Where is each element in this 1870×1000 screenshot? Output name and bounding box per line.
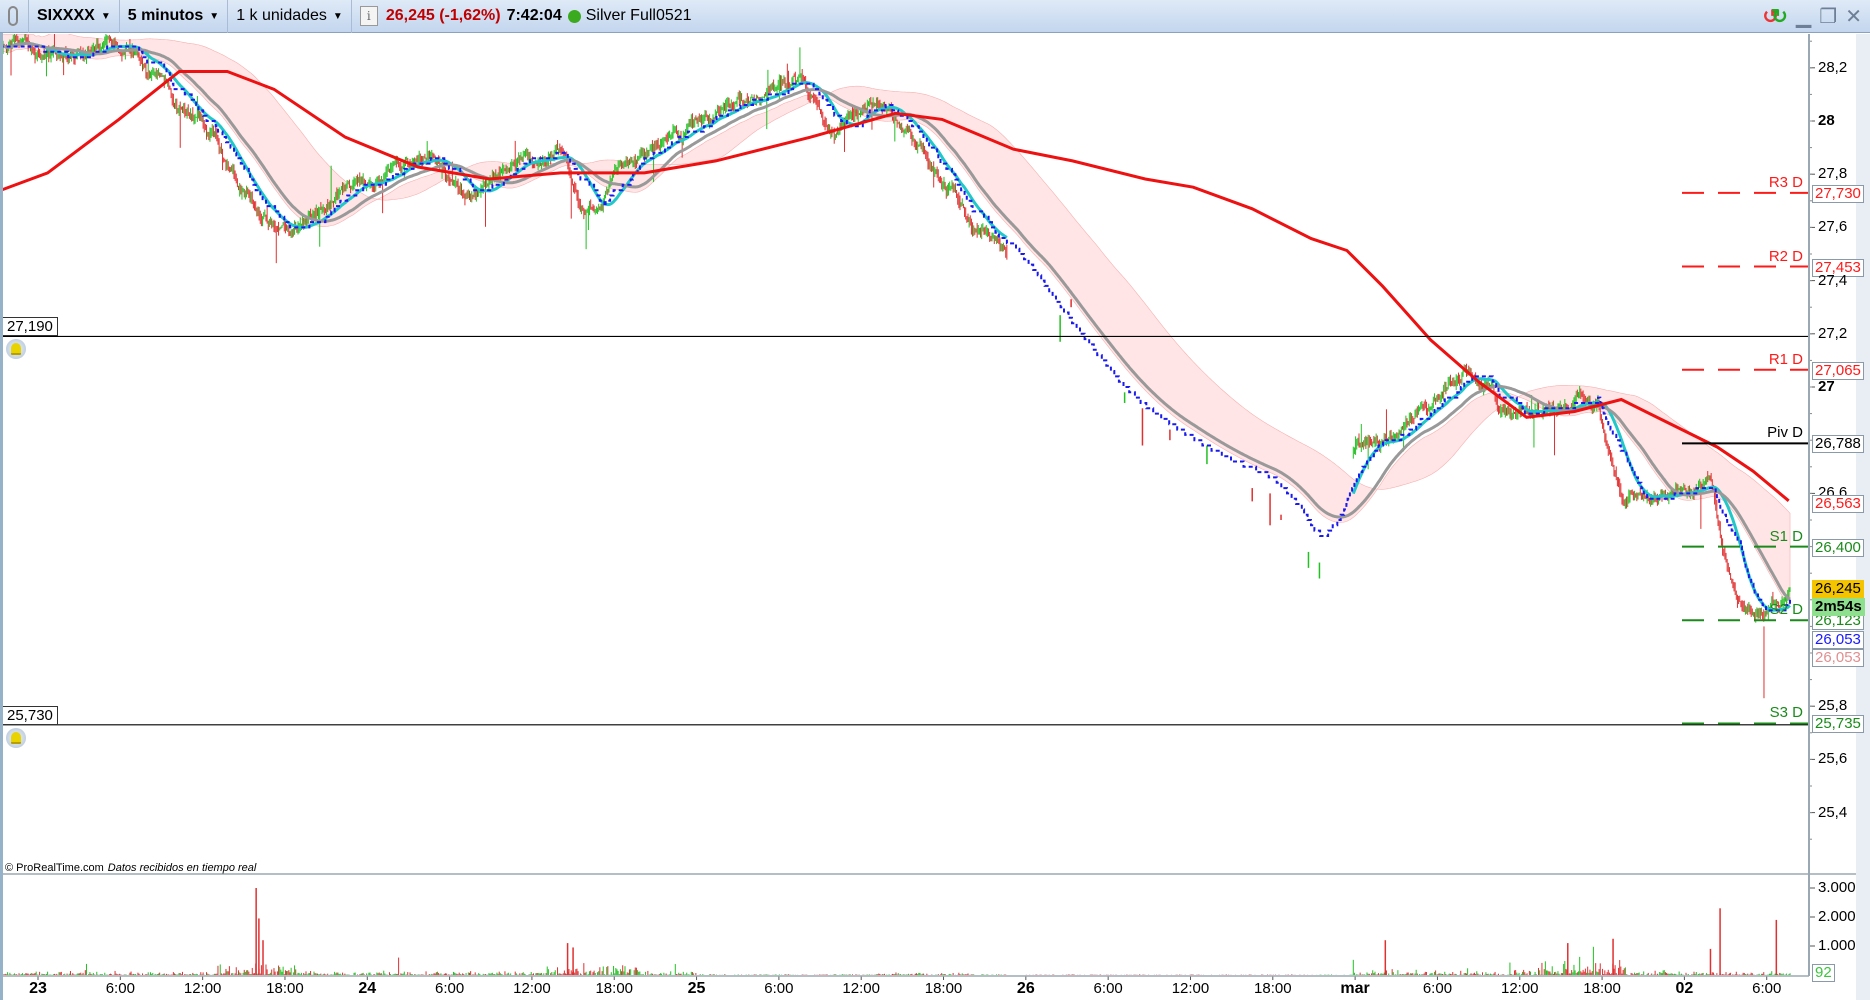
pivot-label: S3 D [1769,704,1803,722]
time-tick-label: 26 [1016,980,1035,997]
value-tag: 26,053 [1812,630,1864,649]
time-tick-label: 23 [29,980,47,997]
time-tick-label: 18:00 [595,980,634,997]
time-tick-label: 18:00 [266,980,304,997]
alert-price-label: 25,730 [3,705,58,725]
pivot-label: S1 D [1769,527,1803,545]
pivot-value-tag: 26,788 [1812,435,1864,454]
time-tick-label: 02 [1675,980,1694,997]
price-tick-label: 27,4 [1818,271,1848,289]
time-tick-label: 6:00 [105,980,135,997]
value-tag: 2m54s [1812,597,1865,616]
time-tick-label: mar [1340,980,1370,997]
alert-price-label: 27,190 [3,317,58,337]
cyan-moving-average [3,41,1008,239]
time-tick-label: 6:00 [434,980,465,997]
time-tick-label: 18:00 [1583,980,1621,997]
time-tick-label: 25 [687,980,706,997]
time-tick-label: 12:00 [183,980,222,997]
price-tick-label: 25,8 [1818,697,1848,715]
price-tick-label: 25,6 [1818,750,1848,768]
pivot-label: S2 D [1769,601,1803,619]
price-tick-label: 28,2 [1818,58,1848,76]
time-tick-label: 12:00 [842,980,880,997]
time-tick-label: 6:00 [764,980,794,997]
volume-layer [3,888,1791,975]
value-tag: 26,245 [1812,579,1864,598]
time-tick-label: 6:00 [1422,980,1453,997]
price-chart[interactable] [0,0,1870,1000]
time-tick-label: 12:00 [513,980,551,997]
volume-tick-label: 3.000 [1818,879,1856,896]
time-tick-label: 24 [358,980,377,997]
realtime-status: Datos recibidos en tiempo real [107,862,257,874]
value-tag: 26,563 [1812,495,1864,514]
time-tick-label: 18:00 [1254,980,1292,997]
data-source-note: © ProRealTime.com Datos recibidos en tiem… [5,862,256,874]
pivot-label: R3 D [1768,173,1803,191]
pivot-label: R1 D [1768,350,1803,368]
bell-icon[interactable] [6,727,26,748]
pivot-label: Piv D [1767,424,1803,442]
price-tick-label: 28 [1818,112,1835,129]
price-tick-label: 27,6 [1818,218,1848,236]
time-tick-label: 12:00 [1171,980,1210,997]
time-tick-label: 6:00 [1093,980,1123,997]
price-tick-label: 27,2 [1818,324,1848,342]
value-tag: 26,053 [1812,648,1864,667]
pivot-value-tag: 27,730 [1812,184,1864,203]
volume-tick-label: 2.000 [1818,908,1856,925]
pivot-value-tag: 25,735 [1812,715,1864,734]
pivot-value-tag: 27,065 [1812,361,1864,380]
pivot-label: R2 D [1768,247,1803,265]
volume-current-tag: 92 [1812,964,1835,983]
price-tick-label: 27,8 [1818,165,1848,183]
pivot-value-tag: 26,400 [1812,538,1864,557]
time-tick-label: 12:00 [1500,980,1539,997]
copyright-label: © ProRealTime.com [5,862,104,874]
time-tick-label: 18:00 [924,980,963,997]
volume-tick-label: 1.000 [1818,937,1856,954]
right-scrollbar[interactable] [1856,34,1870,1000]
time-tick-label: 6:00 [1752,980,1782,997]
price-tick-label: 27 [1818,378,1835,395]
price-tick-label: 25,4 [1818,803,1848,821]
